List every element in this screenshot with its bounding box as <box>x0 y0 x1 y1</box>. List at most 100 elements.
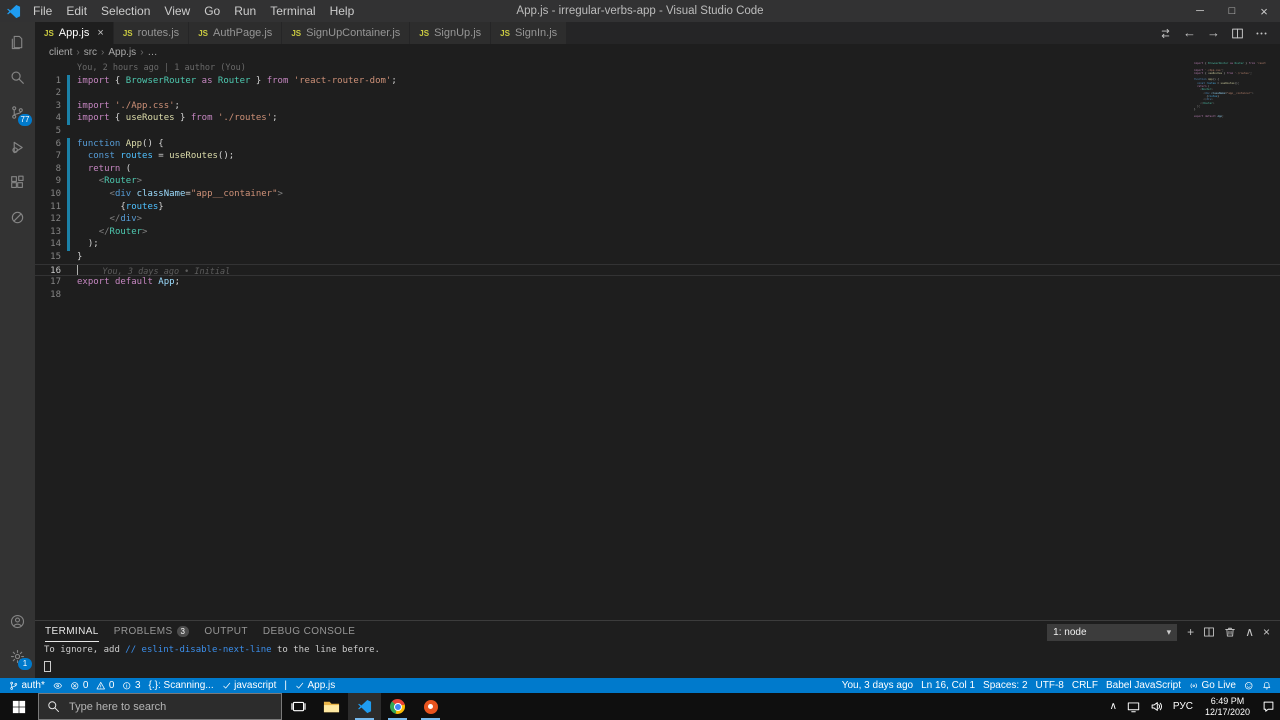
code-line-18[interactable]: 18 <box>35 289 1280 302</box>
activitybar-extensions[interactable] <box>0 165 35 200</box>
maximize-icon[interactable]: □ <box>1216 0 1248 22</box>
panel-tab-problems[interactable]: PROBLEMS 3 <box>114 622 190 642</box>
activitybar-extension-view[interactable] <box>0 200 35 235</box>
status-notifications[interactable] <box>1258 678 1276 693</box>
network-icon[interactable] <box>1122 693 1145 720</box>
code-line-6[interactable]: 6 function App() { <box>35 137 1280 151</box>
status-language-mode[interactable]: Babel JavaScript <box>1102 678 1185 693</box>
notification-center-icon[interactable] <box>1257 693 1280 720</box>
back-icon[interactable]: ← <box>1183 26 1196 40</box>
status-gitlens-blame-toggle[interactable] <box>49 678 67 693</box>
activitybar-search[interactable] <box>0 60 35 95</box>
taskbar-search[interactable] <box>38 693 282 720</box>
status-spell-checker[interactable]: {.}: Scanning... <box>145 678 218 693</box>
menu-view[interactable]: View <box>157 0 197 22</box>
line-number: 15 <box>50 251 61 262</box>
hidden-icons-chevron[interactable]: ∧ <box>1105 693 1122 720</box>
taskbar-file-explorer[interactable] <box>315 693 348 720</box>
status-feedback[interactable] <box>1240 678 1258 693</box>
panel-tab-terminal[interactable]: TERMINAL <box>45 622 99 642</box>
more-actions-icon[interactable] <box>1255 27 1268 40</box>
tab-SignUp.js[interactable]: JS SignUp.js <box>410 22 492 44</box>
taskbar-task-view[interactable] <box>282 693 315 720</box>
panel-tab-output[interactable]: OUTPUT <box>204 622 248 642</box>
close-icon[interactable]: × <box>97 27 103 39</box>
status-indentation[interactable]: Spaces: 2 <box>979 678 1031 693</box>
taskbar-vscode[interactable] <box>348 693 381 720</box>
code-line-5[interactable]: 5 <box>35 125 1280 138</box>
code-line-16[interactable]: 16 You, 3 days ago • Initial <box>35 263 1280 277</box>
code-line-9[interactable]: 9 <Router> <box>35 175 1280 188</box>
code-line-10[interactable]: 10 <div className="app__container"> <box>35 187 1280 201</box>
minimap[interactable]: import { BrowserRouter as Router } from … <box>1194 62 1266 121</box>
volume-icon[interactable] <box>1145 693 1168 720</box>
status-infos[interactable]: 3 <box>118 678 144 693</box>
code-line-4[interactable]: 4 import { useRoutes } from './routes'; <box>35 112 1280 125</box>
minimize-icon[interactable]: ─ <box>1184 0 1216 22</box>
status-go-live[interactable]: Go Live <box>1185 678 1240 693</box>
kill-terminal-icon[interactable] <box>1224 626 1236 638</box>
code-line-1[interactable]: 1 import { BrowserRouter as Router } from… <box>35 74 1280 88</box>
status-prettier-status[interactable]: App.js <box>291 678 339 693</box>
close-panel-icon[interactable]: × <box>1263 625 1270 639</box>
code-line-8[interactable]: 8 return ( <box>35 162 1280 176</box>
tab-App.js[interactable]: JS App.js × <box>35 22 114 44</box>
taskbar-chrome[interactable] <box>381 693 414 720</box>
terminal-shell-select[interactable]: 1: node ▾ <box>1047 623 1178 641</box>
menubar: File Edit Selection View Go Run Terminal Help <box>26 0 361 22</box>
terminal-output[interactable]: To ignore, add // eslint-disable-next-li… <box>35 643 1280 672</box>
code-line-11[interactable]: 11 {routes} <box>35 200 1280 214</box>
status-git-branch[interactable]: auth* <box>5 678 49 693</box>
code-line-3[interactable]: 3 import './App.css'; <box>35 99 1280 113</box>
menu-file[interactable]: File <box>26 0 59 22</box>
menu-go[interactable]: Go <box>197 0 227 22</box>
status-warnings[interactable]: 0 <box>92 678 118 693</box>
search-input[interactable] <box>67 699 241 714</box>
status-blame-info[interactable]: You, 3 days ago <box>838 678 917 693</box>
breadcrumb-item-client[interactable]: client <box>49 47 72 58</box>
split-editor-icon[interactable] <box>1231 27 1244 40</box>
code-line-7[interactable]: 7 const routes = useRoutes(); <box>35 150 1280 163</box>
close-icon[interactable]: × <box>1248 0 1280 22</box>
breadcrumb-item-src[interactable]: src <box>84 47 97 58</box>
code-line-13[interactable]: 13 </Router> <box>35 225 1280 239</box>
status-eslint-status[interactable]: javascript <box>218 678 281 693</box>
code-line-14[interactable]: 14 ); <box>35 238 1280 251</box>
code-line-15[interactable]: 15} <box>35 251 1280 264</box>
code-line-2[interactable]: 2 <box>35 87 1280 100</box>
tab-AuthPage.js[interactable]: JS AuthPage.js <box>189 22 283 44</box>
code-line-12[interactable]: 12 </div> <box>35 213 1280 226</box>
menu-terminal[interactable]: Terminal <box>263 0 322 22</box>
activitybar-source-control[interactable]: 77 <box>0 95 35 130</box>
open-changes-icon[interactable] <box>1159 27 1172 40</box>
activitybar-accounts[interactable] <box>0 604 35 639</box>
status-cursor-position[interactable]: Ln 16, Col 1 <box>917 678 979 693</box>
codelens-blame[interactable]: You, 2 hours ago | 1 author (You) <box>35 62 1280 75</box>
menu-selection[interactable]: Selection <box>94 0 157 22</box>
status-errors[interactable]: 0 <box>66 678 92 693</box>
activitybar-explorer[interactable] <box>0 25 35 60</box>
maximize-panel-icon[interactable]: ∧ <box>1245 625 1254 639</box>
tab-SignIn.js[interactable]: JS SignIn.js <box>491 22 568 44</box>
menu-run[interactable]: Run <box>227 0 263 22</box>
tab-SignUpContainer.js[interactable]: JS SignUpContainer.js <box>282 22 411 44</box>
activitybar-run-and-debug[interactable] <box>0 130 35 165</box>
clock[interactable]: 6:49 PM 12/17/2020 <box>1198 693 1257 720</box>
taskbar-screen-recorder[interactable] <box>414 693 447 720</box>
start-button[interactable] <box>0 693 38 720</box>
breadcrumb-item-[interactable]: … <box>148 47 158 58</box>
tab-routes.js[interactable]: JS routes.js <box>113 22 190 44</box>
breadcrumb-item-Appjs[interactable]: App.js <box>108 47 136 58</box>
menu-help[interactable]: Help <box>323 0 362 22</box>
new-terminal-icon[interactable]: + <box>1187 625 1194 639</box>
split-terminal-icon[interactable] <box>1203 626 1215 638</box>
status-eol-sequence[interactable]: CRLF <box>1068 678 1102 693</box>
code-editor[interactable]: You, 2 hours ago | 1 author (You) 1 import… <box>35 60 1280 620</box>
language-indicator[interactable]: РУС <box>1168 693 1198 720</box>
code-line-17[interactable]: 17 export default App; <box>35 276 1280 289</box>
forward-icon[interactable]: → <box>1207 26 1220 40</box>
activitybar-manage-settings[interactable]: 1 <box>0 639 35 674</box>
panel-tab-debug-console[interactable]: DEBUG CONSOLE <box>263 622 355 642</box>
status-encoding[interactable]: UTF-8 <box>1032 678 1068 693</box>
menu-edit[interactable]: Edit <box>59 0 94 22</box>
